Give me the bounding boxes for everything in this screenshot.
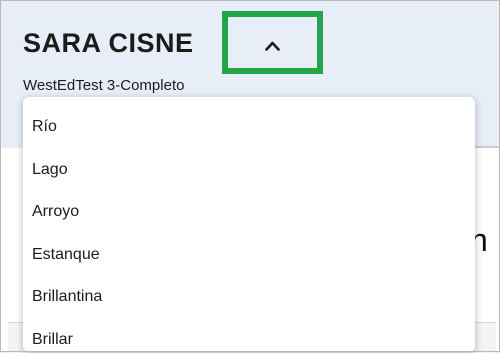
account-menu-toggle-button[interactable] — [222, 11, 323, 74]
header-divider — [475, 146, 500, 148]
chevron-up-icon — [265, 41, 280, 51]
dropdown-item-brillar[interactable]: Brillar — [32, 331, 73, 349]
user-name: SARA CISNE — [23, 28, 194, 58]
dropdown-item-brillantina[interactable]: Brillantina — [32, 288, 102, 306]
dropdown-item-lago[interactable]: Lago — [32, 161, 68, 179]
dropdown-menu: Río Lago Arroyo Estanque Brillantina Bri… — [23, 97, 475, 352]
test-name: WestEdTest 3-Completo — [23, 77, 185, 94]
dropdown-item-arroyo[interactable]: Arroyo — [32, 203, 79, 221]
dropdown-item-rio[interactable]: Río — [32, 118, 57, 136]
dropdown-item-estanque[interactable]: Estanque — [32, 246, 100, 264]
